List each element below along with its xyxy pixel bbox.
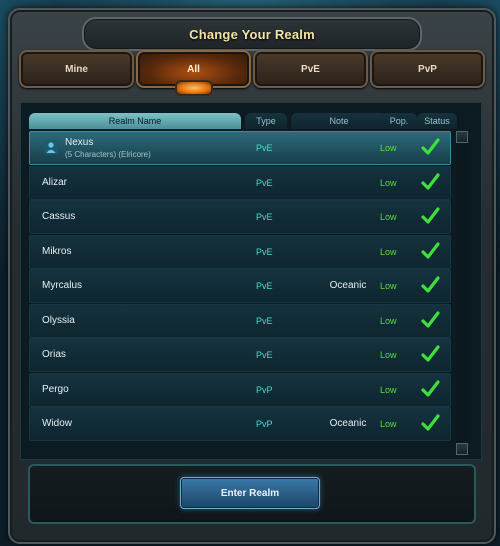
scroll-down-button[interactable] — [456, 443, 468, 455]
tab-pvp[interactable]: PvP — [370, 50, 485, 88]
check-icon — [420, 206, 440, 229]
realm-name: Nexus — [65, 137, 94, 148]
column-header-note[interactable]: Note — [291, 113, 387, 129]
check-icon — [420, 413, 440, 436]
check-icon — [420, 275, 440, 298]
check-icon — [420, 172, 440, 195]
tab-label: Mine — [65, 63, 88, 75]
realm-name: Orias — [42, 349, 66, 360]
character-icon — [44, 140, 58, 154]
realm-type: PvE — [256, 143, 273, 153]
scrollbar[interactable] — [456, 131, 468, 455]
tab-all[interactable]: All — [136, 50, 251, 96]
realm-population: Low — [380, 350, 397, 360]
tab-label: PvE — [301, 63, 320, 75]
dialog-title: Change Your Realm — [189, 26, 315, 42]
scroll-up-button[interactable] — [456, 131, 468, 143]
check-icon — [420, 137, 440, 160]
realm-type: PvP — [256, 419, 273, 429]
column-header-row: Realm Name Type Note Pop. Status — [29, 113, 475, 129]
realm-name: Widow — [42, 418, 73, 429]
filter-tabs: Mine All PvE PvP — [19, 50, 485, 96]
footer-panel: Enter Realm — [28, 464, 476, 524]
realm-population: Low — [380, 385, 397, 395]
column-header-pop[interactable]: Pop. — [381, 113, 417, 129]
tab-pve[interactable]: PvE — [253, 50, 368, 88]
realm-row-widow[interactable]: Widow PvP Oceanic Low — [29, 407, 451, 441]
realm-character-info: (5 Characters) (Elricore) — [65, 150, 151, 159]
realm-name: Olyssia — [42, 315, 75, 326]
realm-type: PvE — [256, 178, 273, 188]
realm-type: PvE — [256, 350, 273, 360]
check-icon — [420, 241, 440, 264]
realm-population: Low — [380, 143, 397, 153]
enter-realm-button[interactable]: Enter Realm — [180, 477, 320, 509]
column-header-realm-name[interactable]: Realm Name — [29, 113, 241, 129]
realm-type: PvE — [256, 316, 273, 326]
realm-row-myrcalus[interactable]: Myrcalus PvE Oceanic Low — [29, 269, 451, 303]
check-icon — [420, 344, 440, 367]
active-tab-indicator — [174, 80, 213, 96]
realm-type: PvP — [256, 385, 273, 395]
realm-row-olyssia[interactable]: Olyssia PvE Low — [29, 304, 451, 338]
check-icon — [420, 379, 440, 402]
realm-name: Alizar — [42, 177, 68, 188]
realm-row-nexus[interactable]: Nexus (5 Characters) (Elricore) PvE Low — [29, 131, 451, 165]
realm-note: Oceanic — [329, 280, 367, 291]
realm-population: Low — [380, 281, 397, 291]
realm-population: Low — [380, 419, 397, 429]
realm-note: Oceanic — [329, 418, 367, 429]
realm-name: Pergo — [42, 384, 69, 395]
tab-label: All — [187, 63, 200, 75]
realm-type: PvE — [256, 247, 273, 257]
realm-list: Nexus (5 Characters) (Elricore) PvE Low … — [29, 131, 455, 457]
realm-row-mikros[interactable]: Mikros PvE Low — [29, 235, 451, 269]
realm-population: Low — [380, 212, 397, 222]
tab-mine[interactable]: Mine — [19, 50, 134, 88]
column-header-type[interactable]: Type — [245, 113, 287, 129]
realm-type: PvE — [256, 281, 273, 291]
realm-population: Low — [380, 178, 397, 188]
realm-population: Low — [380, 247, 397, 257]
realm-population: Low — [380, 316, 397, 326]
realm-name: Myrcalus — [42, 280, 83, 291]
realm-row-alizar[interactable]: Alizar PvE Low — [29, 166, 451, 200]
realm-row-cassus[interactable]: Cassus PvE Low — [29, 200, 451, 234]
realm-row-pergo[interactable]: Pergo PvP Low — [29, 373, 451, 407]
column-header-status[interactable]: Status — [417, 113, 457, 129]
realm-name: Mikros — [42, 246, 72, 257]
check-icon — [420, 310, 440, 333]
realm-list-panel: Realm Name Type Note Pop. Status Nexus (… — [20, 102, 482, 460]
title-bar: Change Your Realm — [82, 17, 422, 51]
tab-label: PvP — [418, 63, 437, 75]
realm-name: Cassus — [42, 211, 76, 222]
realm-row-orias[interactable]: Orias PvE Low — [29, 338, 451, 372]
realm-type: PvE — [256, 212, 273, 222]
